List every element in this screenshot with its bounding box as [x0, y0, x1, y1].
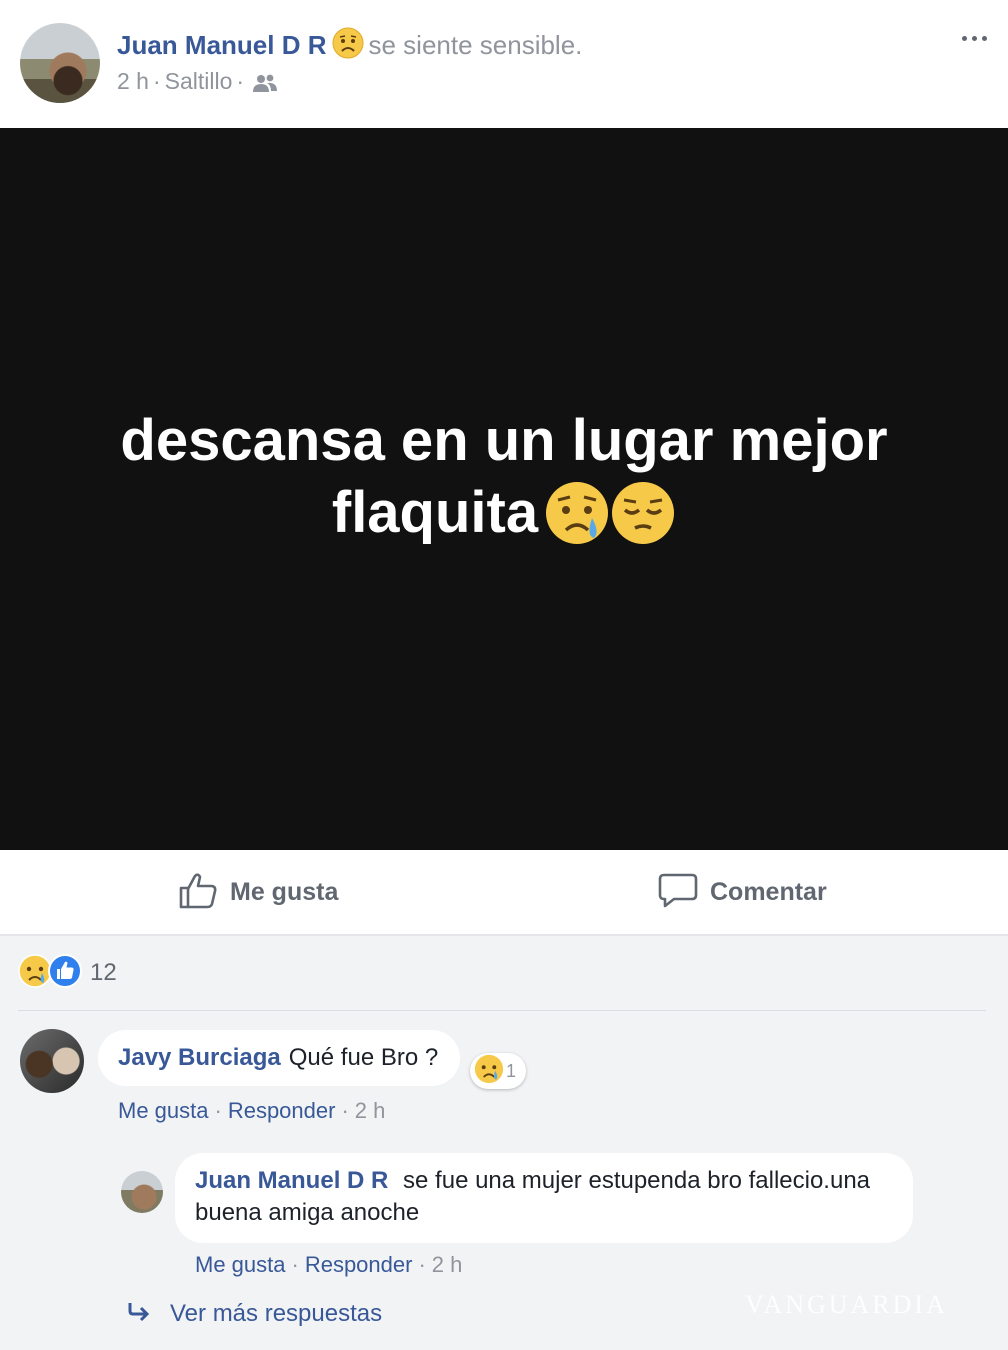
sad-reaction-icon [18, 953, 52, 993]
pensive-face-icon [610, 480, 676, 563]
reply-author[interactable]: Juan Manuel D R [195, 1167, 388, 1194]
post-text: descansa en un lugar mejor flaquita [54, 405, 954, 563]
post-text-line2: flaquita [331, 480, 539, 545]
friends-audience-icon[interactable] [252, 72, 278, 99]
comment-reaction-count: 1 [506, 1060, 517, 1081]
post-location[interactable]: Saltillo [165, 68, 233, 94]
comment-reaction-badge[interactable]: 1 [470, 1053, 527, 1089]
sad-reaction-icon [474, 1054, 504, 1089]
author-avatar[interactable] [20, 23, 100, 103]
feeling-text: se siente sensible. [368, 30, 583, 60]
action-separator: · [214, 1098, 222, 1123]
sad-face-icon [332, 27, 364, 66]
comment-button-label: Comentar [710, 877, 827, 906]
reply-time[interactable]: 2 h [432, 1252, 463, 1277]
divider [18, 1010, 986, 1011]
comment-button[interactable]: Comentar [658, 850, 827, 934]
post-time[interactable]: 2 h [117, 68, 149, 94]
reply-actions: Me gusta · Responder · 2 h [195, 1252, 462, 1278]
reply-like-link[interactable]: Me gusta [195, 1252, 286, 1277]
comment-reply-link[interactable]: Responder [228, 1098, 336, 1123]
post-text-canvas: descansa en un lugar mejor flaquita [0, 128, 1008, 850]
comment-like-link[interactable]: Me gusta [118, 1098, 209, 1123]
reactions-summary[interactable]: 12 [18, 953, 117, 993]
action-separator: · [341, 1098, 349, 1123]
like-button[interactable]: Me gusta [178, 850, 338, 934]
post-options-button[interactable] [960, 28, 994, 48]
post-text-line1: descansa en un lugar mejor [120, 408, 888, 473]
post-text-line2-wrap: flaquita [54, 477, 954, 563]
dot-icon [962, 36, 967, 41]
author-line: Juan Manuel D R se siente sensible. [117, 27, 582, 66]
action-separator: · [291, 1252, 299, 1277]
crying-face-icon [544, 480, 610, 563]
comments-section: 12 Javy Burciaga Qué fue Bro ? 1 Me gust… [0, 936, 1008, 1350]
watermark: VANGUARDIA [745, 1290, 948, 1319]
commenter-avatar[interactable] [20, 1029, 84, 1093]
reply-author-avatar[interactable] [121, 1171, 163, 1213]
comment-text: Qué fue Bro ? [288, 1044, 439, 1071]
meta-separator: · [152, 68, 161, 94]
post-action-bar: Me gusta Comentar [0, 850, 1008, 936]
comment-author[interactable]: Javy Burciaga [118, 1042, 281, 1074]
like-button-label: Me gusta [230, 877, 339, 906]
comment-bubble-icon [658, 871, 698, 914]
like-reaction-icon [48, 953, 82, 993]
action-separator: · [418, 1252, 426, 1277]
dot-icon [972, 36, 977, 41]
comment-time[interactable]: 2 h [355, 1098, 386, 1123]
reply-bubble: Juan Manuel D R se fue una mujer estupen… [175, 1153, 913, 1243]
reactions-count: 12 [90, 959, 117, 986]
view-more-replies-link[interactable]: Ver más respuestas [126, 1300, 382, 1328]
comment-actions: Me gusta · Responder · 2 h [118, 1098, 385, 1124]
thumbs-up-icon [178, 871, 218, 914]
reply-reply-link[interactable]: Responder [305, 1252, 413, 1277]
meta-separator: · [236, 68, 245, 94]
view-more-replies-label: Ver más respuestas [170, 1300, 383, 1327]
dot-icon [982, 36, 987, 41]
reply-arrow-icon [126, 1301, 152, 1328]
comment-bubble: Javy Burciaga Qué fue Bro ? [98, 1030, 461, 1086]
author-name[interactable]: Juan Manuel D R [117, 30, 326, 60]
post-header: Juan Manuel D Rse siente sensible. 2 h · S… [0, 0, 1008, 128]
post-meta: 2 h · Saltillo · [117, 68, 278, 99]
